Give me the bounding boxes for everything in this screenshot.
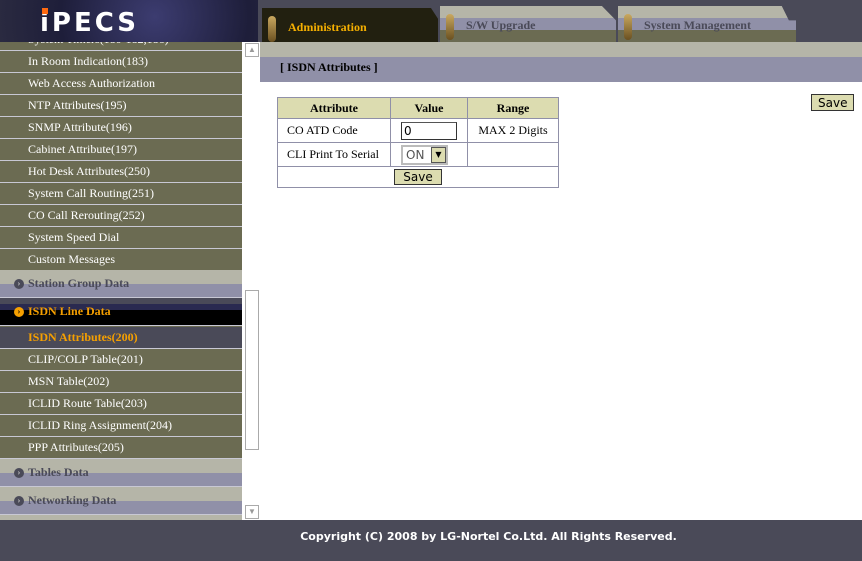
sidebar-item-ntp[interactable]: NTP Attributes(195) xyxy=(0,95,242,117)
tab-knob-icon xyxy=(624,14,632,40)
header-attribute: Attribute xyxy=(277,97,391,119)
section-station-group-data[interactable]: › Station Group Data xyxy=(0,270,242,298)
tab-sw-upgrade[interactable]: S/W Upgrade xyxy=(440,6,616,42)
header: iPECS Administration S/W Upgrade System … xyxy=(0,0,862,44)
scroll-down-icon[interactable]: ▼ xyxy=(245,505,259,519)
chevron-right-icon: › xyxy=(14,496,24,506)
logo: iPECS xyxy=(40,8,140,38)
sidebar-item-in-room-indication[interactable]: In Room Indication(183) xyxy=(0,51,242,73)
section-isdn-line-data[interactable]: › ISDN Line Data xyxy=(0,298,242,326)
save-button[interactable]: Save xyxy=(394,169,442,185)
chevron-right-icon: › xyxy=(14,307,24,317)
sidebar-item-custom-messages[interactable]: Custom Messages xyxy=(0,249,242,271)
sidebar-scrollbar[interactable]: ▲ ▼ xyxy=(244,42,260,520)
logo-area: iPECS xyxy=(0,0,258,42)
section-tables-data[interactable]: › Tables Data xyxy=(0,459,242,487)
table-row: CO ATD Code MAX 2 Digits xyxy=(277,118,559,143)
sidebar-item-co-rerouting[interactable]: CO Call Rerouting(252) xyxy=(0,205,242,227)
co-atd-code-label: CO ATD Code xyxy=(277,118,391,143)
header-value: Value xyxy=(390,97,468,119)
tab-label: Administration xyxy=(288,20,367,34)
tab-administration[interactable]: Administration xyxy=(262,8,438,44)
sidebar-item-hot-desk[interactable]: Hot Desk Attributes(250) xyxy=(0,161,242,183)
co-atd-code-cell xyxy=(390,118,468,143)
cli-print-select[interactable]: ON ▼ xyxy=(401,144,448,165)
copyright: Copyright (C) 2008 by LG-Nortel Co.Ltd. … xyxy=(300,530,677,543)
co-atd-code-range: MAX 2 Digits xyxy=(467,118,559,143)
sidebar-item-iclid-ring[interactable]: ICLID Ring Assignment(204) xyxy=(0,415,242,437)
sidebar-item-iclid-route[interactable]: ICLID Route Table(203) xyxy=(0,393,242,415)
footer: Copyright (C) 2008 by LG-Nortel Co.Ltd. … xyxy=(0,520,862,561)
tab-label: S/W Upgrade xyxy=(466,18,536,32)
sidebar-item-clip-colp[interactable]: CLIP/COLP Table(201) xyxy=(0,349,242,371)
chevron-right-icon: › xyxy=(14,468,24,478)
co-atd-code-input[interactable] xyxy=(401,121,457,140)
scroll-up-icon[interactable]: ▲ xyxy=(245,43,259,57)
sidebar-item-web-access[interactable]: Web Access Authorization xyxy=(0,73,242,95)
tab-knob-icon xyxy=(446,14,454,40)
tab-knob-icon xyxy=(268,16,276,42)
section-networking-data[interactable]: › Networking Data xyxy=(0,487,242,515)
sidebar: System Timers(180-182,186) In Room Indic… xyxy=(0,42,242,520)
section-label: ISDN Line Data xyxy=(28,304,111,318)
header-range: Range xyxy=(467,97,559,119)
sidebar-item-speed-dial[interactable]: System Speed Dial xyxy=(0,227,242,249)
sidebar-item-isdn-attributes[interactable]: ISDN Attributes(200) xyxy=(0,327,242,349)
page-title: [ ISDN Attributes ] xyxy=(260,57,862,82)
content-top-bar xyxy=(260,42,862,57)
cli-print-cell: ON ▼ xyxy=(390,142,468,167)
scroll-thumb[interactable] xyxy=(245,290,259,450)
section-label: Tables Data xyxy=(28,465,89,479)
save-button-top[interactable]: Save xyxy=(811,94,855,111)
table-save-row: Save xyxy=(277,166,559,188)
sidebar-item-snmp[interactable]: SNMP Attribute(196) xyxy=(0,117,242,139)
sidebar-item-cabinet[interactable]: Cabinet Attribute(197) xyxy=(0,139,242,161)
table-header-row: Attribute Value Range xyxy=(277,97,559,119)
cli-print-label: CLI Print To Serial xyxy=(277,142,391,167)
attributes-table: Attribute Value Range CO ATD Code MAX 2 … xyxy=(277,97,559,188)
cli-print-value: ON xyxy=(406,147,425,162)
sidebar-item-call-routing[interactable]: System Call Routing(251) xyxy=(0,183,242,205)
sidebar-item-msn-table[interactable]: MSN Table(202) xyxy=(0,371,242,393)
tab-system-management[interactable]: System Management xyxy=(618,6,796,42)
sidebar-item-system-timers[interactable]: System Timers(180-182,186) xyxy=(0,42,242,51)
section-label: Networking Data xyxy=(28,493,117,507)
section-label: Station Group Data xyxy=(28,276,130,290)
cli-print-range xyxy=(467,142,559,167)
sidebar-item-ppp[interactable]: PPP Attributes(205) xyxy=(0,437,242,459)
tab-label: System Management xyxy=(644,18,751,32)
chevron-down-icon[interactable]: ▼ xyxy=(431,146,446,163)
chevron-right-icon: › xyxy=(14,279,24,289)
table-row: CLI Print To Serial ON ▼ xyxy=(277,142,559,167)
